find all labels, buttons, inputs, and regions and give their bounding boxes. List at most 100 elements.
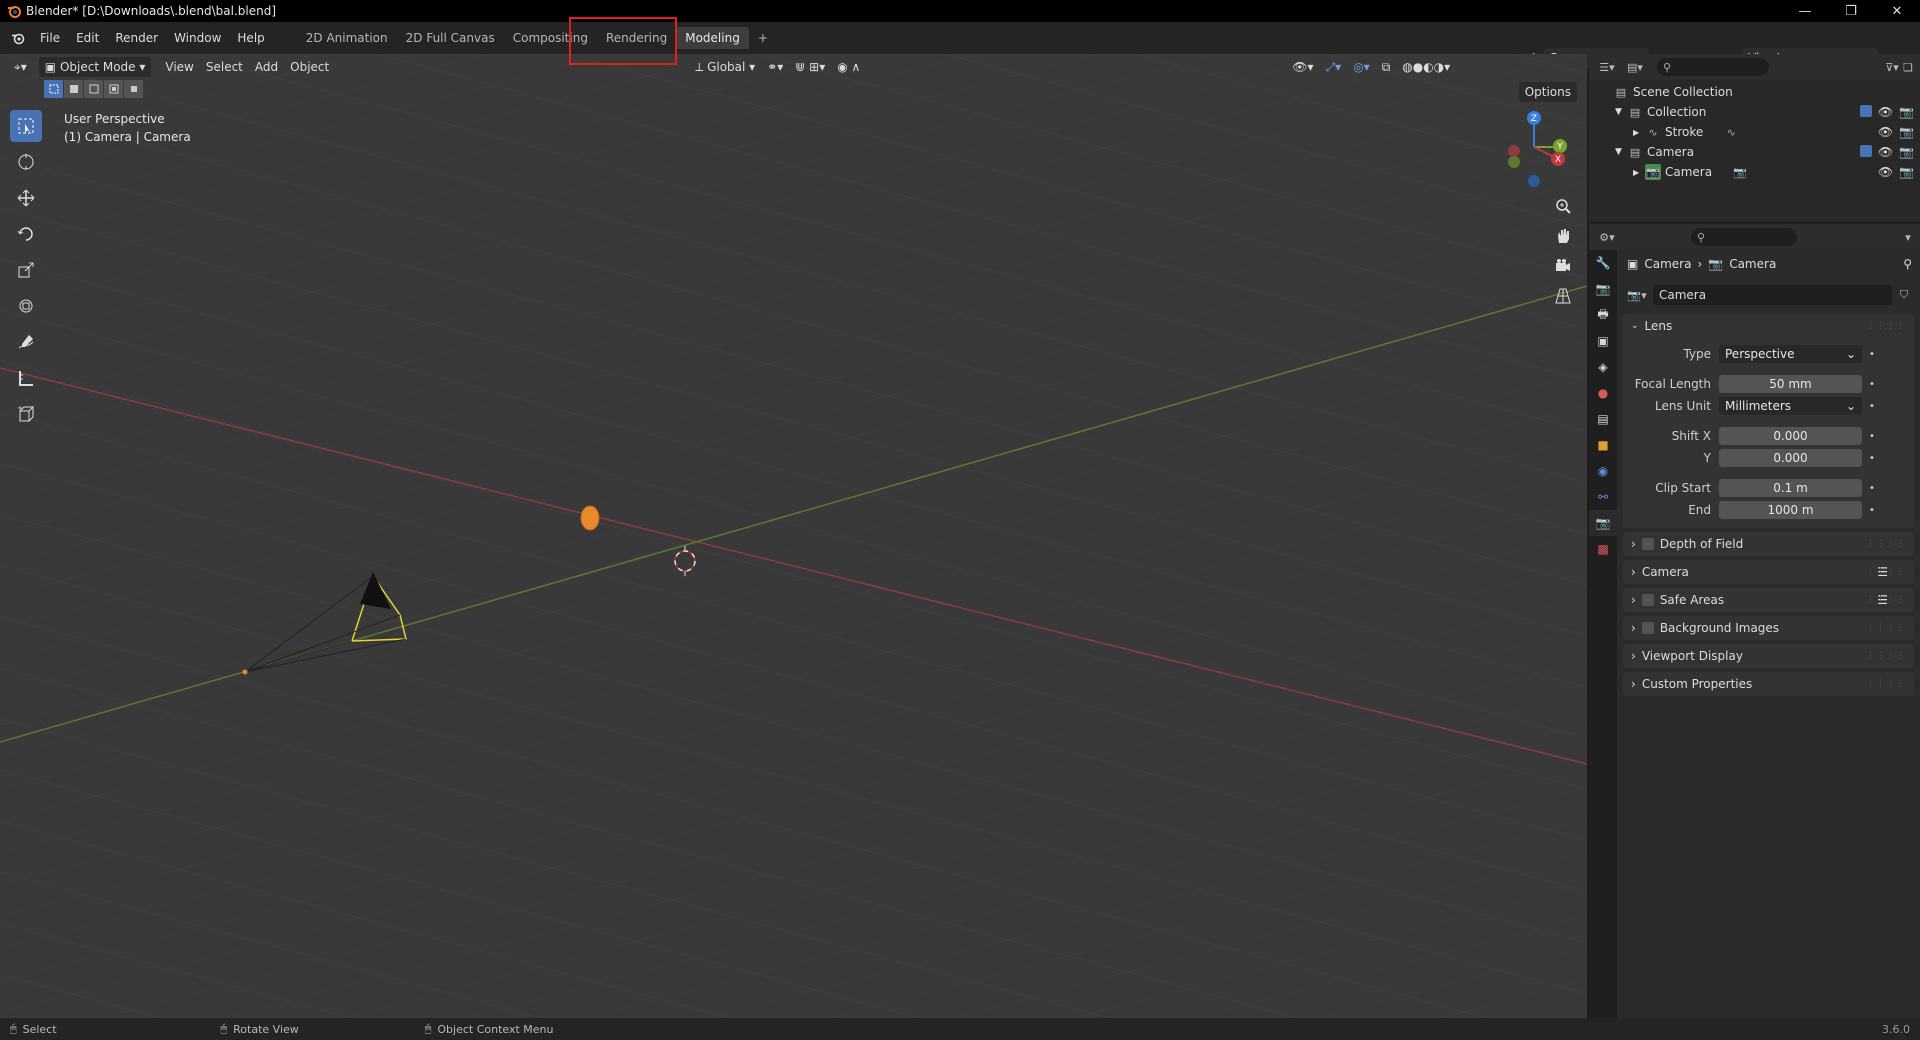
cursor-tool-icon[interactable] [10,146,42,178]
tab-compositing[interactable]: Compositing [504,27,597,49]
select-invert-icon[interactable] [104,80,123,98]
select-box-tool-icon[interactable] [10,110,42,142]
eye-icon[interactable]: 👁 [1878,145,1893,159]
filter-icon[interactable]: ⊽▾ [1884,59,1900,75]
tab-modeling[interactable]: Modeling [676,27,749,49]
properties-editor-icon[interactable]: ⚙▾ [1593,229,1621,245]
gizmo-neg-y-handle[interactable] [1508,156,1520,168]
keyframe-dot-icon[interactable]: • [1866,483,1878,494]
render-camera-icon[interactable]: 📷 [1899,145,1914,159]
outliner-editor-icon[interactable]: ☰▾ [1593,59,1621,75]
keyframe-dot-icon[interactable]: • [1866,505,1878,516]
tab-rendering[interactable]: Rendering [597,27,676,49]
menu-window[interactable]: Window [166,27,229,49]
outliner-row-camera-collection[interactable]: ▼ ▤ Camera 👁 📷 [1589,142,1920,162]
3d-viewport[interactable]: ⌖▾ ▣ Object Mode ▾ View Select Add Objec… [0,54,1587,1018]
tab-2d-animation[interactable]: 2D Animation [297,27,397,49]
pin-icon[interactable]: ⚲ [1903,257,1912,271]
camera-view-icon[interactable] [1549,252,1577,280]
drag-grip-icon[interactable]: ⋮⋮⋮⋮ [1866,679,1906,689]
output-tab-icon[interactable]: 🖶 [1589,302,1617,328]
options-dropdown[interactable]: Options [1518,82,1577,102]
visibility-icon[interactable]: 👁▾ [1286,57,1319,77]
menu-select[interactable]: Select [200,57,249,77]
annotate-tool-icon[interactable] [10,326,42,358]
menu-file[interactable]: File [32,27,68,49]
minimize-icon[interactable]: — [1782,0,1828,22]
render-camera-icon[interactable]: 📷 [1899,165,1914,179]
outliner-row-camera-object[interactable]: ▶ 📷 Camera 📷 👁 📷 [1589,162,1920,182]
editor-type-icon[interactable]: ⌖▾ [8,57,33,77]
gizmo-neg-x-handle[interactable] [1508,145,1520,157]
shading-modes-icon[interactable]: ◍●◐◑▾ [1396,57,1456,77]
xray-toggle-icon[interactable]: ⧉ [1376,57,1397,77]
menu-add[interactable]: Add [249,57,284,77]
exclude-checkbox[interactable] [1859,105,1872,117]
measure-tool-icon[interactable] [10,362,42,394]
expand-arrow-icon[interactable]: ▶ [1633,168,1645,177]
properties-search-input[interactable]: ⚲ [1691,228,1797,246]
render-tab-icon[interactable]: 📷 [1589,276,1617,302]
view-layer-tab-icon[interactable]: ▣ [1589,328,1617,354]
expand-arrow-icon[interactable]: ▼ [1615,107,1627,117]
type-dropdown[interactable]: Perspective ⌄ [1719,345,1862,363]
viewport-display-panel-header[interactable]: › Viewport Display ⋮⋮⋮⋮ [1623,644,1914,668]
clip-start-field[interactable]: 0.1 m [1719,479,1862,497]
outliner-row-stroke[interactable]: ▶ ∿ Stroke ∿ 👁 📷 [1589,122,1920,142]
pivot-point-icon[interactable]: ⚭▾ [761,57,789,77]
eye-icon[interactable]: 👁 [1878,125,1893,139]
scene-tab-icon[interactable]: ◈ [1589,354,1617,380]
safe-areas-checkbox[interactable] [1641,594,1654,606]
object-mode-dropdown[interactable]: ▣ Object Mode ▾ [38,57,152,77]
new-collection-icon[interactable]: ❏ [1900,59,1916,75]
camera-data-tab-icon[interactable]: 📷 [1589,510,1617,536]
select-new-icon[interactable] [44,80,63,98]
keyframe-dot-icon[interactable]: • [1866,401,1878,412]
drag-grip-icon[interactable]: ⋮⋮⋮⋮ [1866,651,1906,661]
camera-data-icon[interactable]: 📷 [1732,164,1748,180]
overlay-toggle-icon[interactable]: ◎▾ [1347,57,1376,77]
keyframe-dot-icon[interactable]: • [1866,349,1878,360]
close-icon[interactable]: ✕ [1874,0,1920,22]
menu-edit[interactable]: Edit [68,27,107,49]
select-subtract-icon[interactable] [84,80,103,98]
camera-panel-header[interactable]: › Camera ☰ ⋮⋮⋮⋮ [1623,560,1914,584]
physics-tab-icon[interactable]: ◉ [1589,458,1617,484]
chevron-down-icon[interactable]: ▾ [1900,229,1916,245]
custom-properties-panel-header[interactable]: › Custom Properties ⋮⋮⋮⋮ [1623,672,1914,696]
keyframe-dot-icon[interactable]: • [1866,379,1878,390]
keyframe-dot-icon[interactable]: • [1866,431,1878,442]
texture-tab-icon[interactable]: ▩ [1589,536,1617,562]
depth-of-field-checkbox[interactable] [1641,538,1654,550]
scale-tool-icon[interactable] [10,254,42,286]
move-tool-icon[interactable] [10,182,42,214]
menu-render[interactable]: Render [107,27,166,49]
ortho-toggle-icon[interactable] [1549,282,1577,310]
outliner-row-scene-collection[interactable]: ▤ Scene Collection [1589,82,1920,102]
background-images-checkbox[interactable] [1641,622,1654,634]
blender-menu-icon[interactable] [10,30,26,46]
keyframe-dot-icon[interactable]: • [1866,453,1878,464]
zoom-icon[interactable] [1549,192,1577,220]
eye-icon[interactable]: 👁 [1878,165,1893,179]
pan-hand-icon[interactable] [1549,222,1577,250]
select-intersect-icon[interactable] [124,80,143,98]
outliner-search-input[interactable]: ⚲ [1657,58,1769,76]
menu-object[interactable]: Object [284,57,335,77]
drag-grip-icon[interactable]: ⋮⋮⋮⋮ [1866,539,1906,549]
drag-grip-icon[interactable]: ⋮⋮⋮⋮ [1866,567,1906,577]
collection-tab-icon[interactable]: ▤ [1589,406,1617,432]
shift-y-field[interactable]: 0.000 [1719,449,1862,467]
object-tab-icon[interactable]: ■ [1589,432,1617,458]
camera-data-browse-icon[interactable]: 📷▾ [1625,287,1649,303]
render-camera-icon[interactable]: 📷 [1899,125,1914,139]
tab-2d-full-canvas[interactable]: 2D Full Canvas [397,27,504,49]
lens-unit-dropdown[interactable]: Millimeters ⌄ [1719,397,1862,415]
gizmo-neg-z-handle[interactable] [1528,175,1540,187]
rotate-tool-icon[interactable] [10,218,42,250]
safe-areas-panel-header[interactable]: › Safe Areas ☰ ⋮⋮⋮⋮ [1623,588,1914,612]
navigation-gizmo[interactable]: Z Y X [1497,109,1577,189]
lens-panel-header[interactable]: ⌄ Lens ⋮⋮⋮⋮ [1623,314,1914,338]
constraints-tab-icon[interactable]: ⚯ [1589,484,1617,510]
fake-user-shield-icon[interactable]: ⛉ [1896,287,1912,303]
